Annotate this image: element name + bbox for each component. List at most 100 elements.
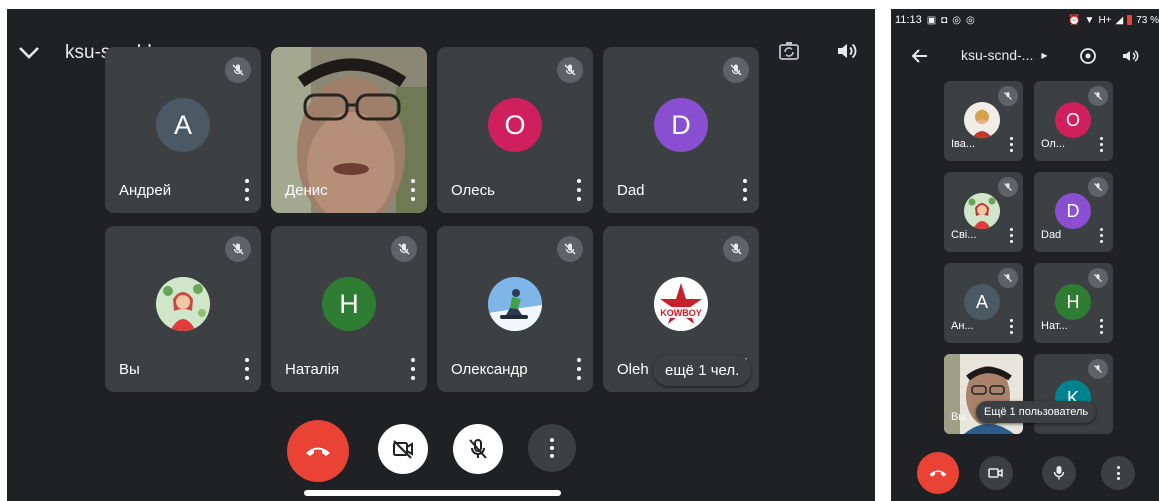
participant-tile[interactable]: D Dad [1034,172,1113,252]
participant-tile[interactable]: Вы [105,226,261,392]
more-vert-icon[interactable] [1098,319,1104,334]
kowboy-logo-avatar: KOWBOY [654,277,708,331]
back-arrow-icon[interactable] [909,45,931,67]
more-vert-icon[interactable] [243,358,251,380]
mic-muted-icon [225,236,251,262]
participant-tile[interactable]: H Нат... [1034,263,1113,343]
more-vert-icon[interactable] [1008,137,1014,152]
mic-muted-icon [225,57,251,83]
battery-percent: 73 % [1136,14,1159,26]
participant-name: Нат... [1041,320,1068,332]
participant-tile[interactable]: Іва... [944,81,1023,161]
avatar: O [1055,102,1091,138]
participant-tile[interactable]: O Ол... [1034,81,1113,161]
mic-muted-icon [723,57,749,83]
end-call-icon [929,470,947,477]
avatar: A [964,284,1000,320]
status-right: ⏰ ▼ H+ ◢ 73 % [1068,9,1159,31]
participant-name: Денис [285,182,328,199]
participant-tile[interactable]: A Ан... [944,263,1023,343]
speaker-icon[interactable] [833,37,861,65]
more-vert-icon[interactable] [409,358,417,380]
participant-tile[interactable]: O Олесь [437,47,593,213]
more-vert-icon [1116,466,1120,480]
mic-muted-icon [1088,86,1108,106]
camera-toggle-button[interactable] [378,424,428,474]
participant-name: Олександр [451,361,528,378]
camera-toggle-button[interactable] [979,456,1013,490]
kowboy-logo-text: KOWBOY [660,308,702,318]
participant-name: Ол... [1041,138,1066,150]
camera-flip-icon[interactable] [1077,45,1099,67]
end-call-button[interactable] [917,452,959,494]
more-vert-icon[interactable] [1098,137,1104,152]
cast-icon: ◘ [941,14,948,26]
participant-name: Ан... [951,320,974,332]
mic-toggle-button[interactable] [453,424,503,474]
participant-name: Вы [119,361,140,378]
avatar: A [156,98,210,152]
end-call-icon [306,447,330,456]
status-bar: 11:13 ▣ ◘ ◎ ◎ ⏰ ▼ H+ ◢ 73 % [891,9,1159,31]
wifi-icon: ▼ [1084,14,1095,26]
mic-muted-icon [1088,268,1108,288]
participant-tile[interactable]: D Dad [603,47,759,213]
more-vert-icon[interactable] [741,179,749,201]
mic-muted-icon [557,57,583,83]
mic-toggle-button[interactable] [1042,456,1076,490]
avatar-initial: A [173,109,192,140]
more-vert-icon[interactable] [1008,228,1014,243]
camera-off-icon [393,440,413,459]
participant-tile[interactable]: H Наталія [271,226,427,392]
status-time: 11:13 [895,14,922,26]
viber-icon: ◎ [952,14,961,26]
more-participants-pill[interactable]: Ещё 1 пользователь [976,401,1097,423]
meeting-title-text: ksu-scnd-... [961,47,1034,63]
more-vert-icon[interactable] [409,179,417,201]
mic-off-icon [469,439,487,459]
mic-muted-icon [391,236,417,262]
more-vert-icon[interactable] [243,179,251,201]
more-vert-icon[interactable] [575,179,583,201]
participant-tile[interactable]: Сві... [944,172,1023,252]
avatar-initial: H [1066,291,1080,312]
avatar: D [654,98,708,152]
avatar-initial: D [671,109,691,140]
participant-tile[interactable]: A Андрей [105,47,261,213]
mic-muted-icon [557,236,583,262]
more-vert-icon[interactable] [1098,228,1104,243]
avatar-initial: A [975,291,988,312]
phone-meet-screen: 11:13 ▣ ◘ ◎ ◎ ⏰ ▼ H+ ◢ 73 % ksu-scnd-...… [891,9,1159,501]
camera-flip-icon[interactable] [775,37,803,65]
mic-muted-icon [1088,359,1108,379]
mic-icon [1053,466,1065,480]
collapse-chevron-down-icon[interactable] [15,39,43,67]
mic-muted-icon [1088,177,1108,197]
speaker-icon[interactable] [1119,45,1141,67]
meeting-title-caret-icon: ▶ [1041,50,1048,60]
mic-muted-icon [998,177,1018,197]
end-call-button[interactable] [287,420,349,482]
avatar-photo [156,277,210,331]
participant-tile-video[interactable]: Денис [271,47,427,213]
participant-tile[interactable]: Олександр [437,226,593,392]
home-indicator[interactable] [304,490,561,496]
more-vert-icon[interactable] [1008,319,1014,334]
more-options-button[interactable] [528,424,576,472]
more-participants-pill[interactable]: ещё 1 чел. [653,355,752,386]
participant-name: Сві... [951,229,977,241]
signal-type: H+ [1098,14,1112,26]
participant-name: Oleh [617,361,649,378]
mic-muted-icon [998,268,1018,288]
participant-name: Dad [1041,229,1062,241]
avatar: O [488,98,542,152]
more-options-button[interactable] [1101,456,1135,490]
meeting-title[interactable]: ksu-scnd-... ▶ [961,47,1048,63]
avatar-initial: D [1066,200,1080,221]
avatar-initial: O [1065,109,1080,130]
signal-icon: ◢ [1115,14,1124,26]
avatar-initial: O [504,109,526,140]
more-vert-icon[interactable] [575,358,583,380]
whatsapp-icon: ◎ [965,14,975,26]
participant-name: Вы [951,411,967,423]
